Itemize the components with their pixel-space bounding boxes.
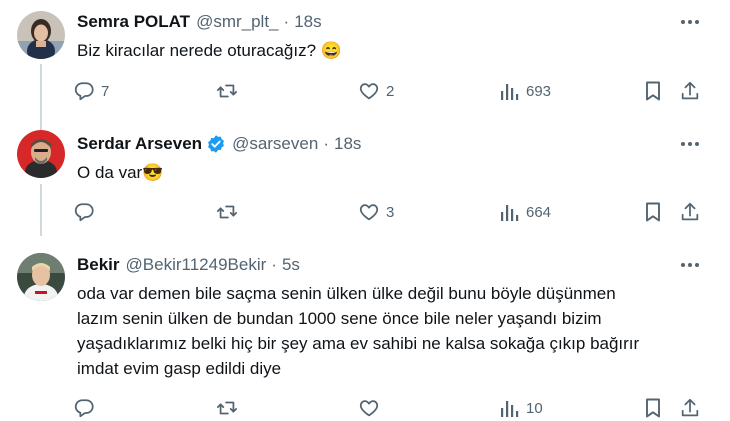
tweet-bekir[interactable]: Bekir @Bekir11249Bekir · 5s oda var deme… — [0, 238, 730, 420]
tweet-actions: 3 664 — [73, 199, 713, 225]
more-icon[interactable] — [679, 254, 701, 276]
views-button[interactable]: 10 — [500, 395, 543, 421]
avatar[interactable] — [17, 130, 65, 178]
emoji: 😎 — [142, 163, 164, 182]
reply-button[interactable] — [73, 395, 101, 421]
display-name[interactable]: Bekir — [77, 255, 120, 275]
more-icon[interactable] — [679, 133, 701, 155]
retweet-icon — [216, 205, 238, 219]
retweet-icon — [216, 401, 238, 415]
tweet-header: Semra POLAT @smr_plt_ · 18s — [77, 11, 322, 33]
views-icon — [501, 401, 519, 417]
tweet-text: Biz kiracılar nerede oturacağız? 😄 — [77, 38, 707, 63]
bookmark-button[interactable] — [643, 78, 663, 104]
avatar[interactable] — [17, 253, 65, 301]
emoji: 😄 — [320, 41, 342, 60]
tweet-text-line: lazım senin ülken de bundan 1000 sene ön… — [77, 309, 602, 328]
like-button[interactable]: 3 — [358, 199, 394, 225]
tweet-text-line: oda var demen bile saçma senin ülken ülk… — [77, 284, 616, 303]
bookmark-icon — [646, 81, 660, 101]
separator: · — [271, 255, 277, 274]
timestamp[interactable]: 5s — [282, 255, 300, 275]
display-name[interactable]: Semra POLAT — [77, 12, 190, 32]
verified-badge-icon — [206, 134, 226, 154]
reply-button[interactable]: 7 — [73, 78, 109, 104]
reply-icon — [74, 82, 94, 101]
tweet-header: Bekir @Bekir11249Bekir · 5s — [77, 254, 300, 276]
share-button[interactable] — [679, 199, 701, 225]
tweet-text: O da var😎 — [77, 160, 707, 185]
share-button[interactable] — [679, 395, 701, 421]
reply-icon — [74, 203, 94, 222]
avatar[interactable] — [17, 11, 65, 59]
reply-icon — [74, 399, 94, 418]
tweet-text: oda var demen bile saçma senin ülken ülk… — [77, 281, 707, 381]
share-button[interactable] — [679, 78, 701, 104]
tweet-text-body: Biz kiracılar nerede oturacağız? — [77, 41, 317, 60]
bookmark-icon — [646, 202, 660, 222]
like-icon — [359, 204, 379, 221]
timestamp[interactable]: 18s — [294, 12, 321, 32]
views-button[interactable]: 693 — [500, 78, 551, 104]
retweet-button[interactable] — [216, 78, 244, 104]
tweet-header: Serdar Arseven @sarseven · 18s — [77, 133, 361, 155]
retweet-button[interactable] — [216, 199, 244, 225]
bookmark-icon — [646, 398, 660, 418]
handle[interactable]: @smr_plt_ — [196, 12, 278, 32]
retweet-icon — [216, 84, 238, 98]
like-icon — [359, 400, 379, 417]
timestamp[interactable]: 18s — [334, 134, 361, 154]
tweet-actions: 7 2 693 — [73, 78, 713, 104]
retweet-button[interactable] — [216, 395, 244, 421]
share-icon — [681, 202, 699, 221]
bookmark-button[interactable] — [643, 199, 663, 225]
share-icon — [681, 398, 699, 417]
tweet-text-line: imdat evim gasp edildi diye — [77, 359, 282, 378]
display-name[interactable]: Serdar Arseven — [77, 134, 202, 154]
handle[interactable]: @sarseven — [232, 134, 318, 154]
views-count: 664 — [526, 203, 552, 221]
reply-count: 7 — [101, 82, 110, 100]
views-icon — [501, 205, 519, 221]
views-icon — [501, 84, 519, 100]
handle[interactable]: @Bekir11249Bekir — [126, 255, 267, 275]
tweet-serdar[interactable]: Serdar Arseven @sarseven · 18s O da var😎… — [0, 118, 730, 238]
separator: · — [323, 134, 329, 153]
bookmark-button[interactable] — [643, 395, 663, 421]
like-count: 2 — [386, 82, 395, 100]
like-button[interactable]: 2 — [358, 78, 394, 104]
thread-line — [40, 184, 42, 236]
views-count: 693 — [526, 82, 552, 100]
tweet-text-body: O da var — [77, 163, 143, 182]
separator: · — [283, 12, 290, 31]
views-button[interactable]: 664 — [500, 199, 551, 225]
like-button[interactable] — [358, 395, 386, 421]
tweet-actions: 10 — [73, 395, 713, 421]
like-icon — [359, 83, 379, 100]
tweet-semra[interactable]: Semra POLAT @smr_plt_ · 18s Biz kiracıla… — [0, 0, 730, 134]
more-icon[interactable] — [679, 11, 701, 33]
reply-button[interactable] — [73, 199, 101, 225]
tweet-text-line: yaşadıklarımız belki hiç bir şey ama ev … — [77, 334, 640, 353]
like-count: 3 — [386, 203, 395, 221]
views-count: 10 — [526, 399, 543, 417]
share-icon — [681, 81, 699, 100]
